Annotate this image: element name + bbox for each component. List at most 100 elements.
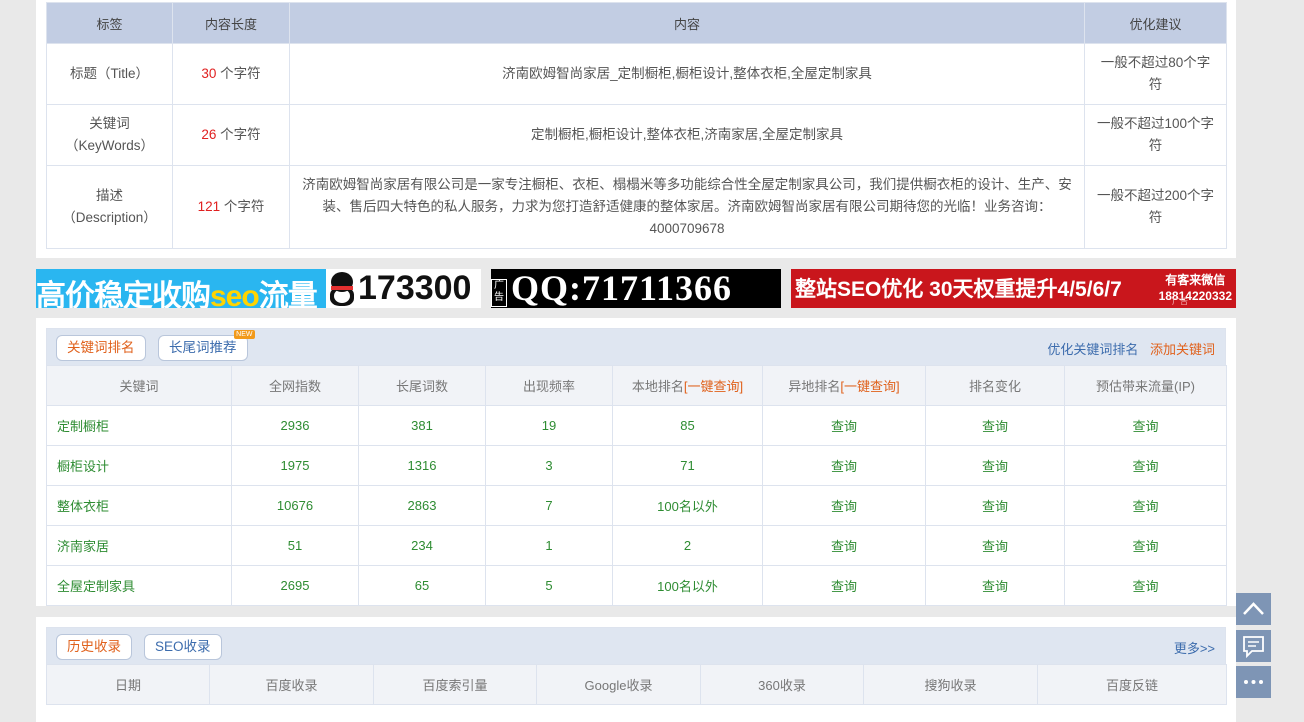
traffic-query[interactable]: 查询 <box>1064 405 1227 446</box>
ad1-text-b: 流量 <box>258 280 318 308</box>
ad1-headline: 高价稳定收购seo流量 <box>36 271 318 308</box>
local-rank-query-link[interactable]: [一键查询] <box>684 379 743 394</box>
ad3-text: 整站SEO优化 30天权重提升4/5/6/7 <box>795 278 1122 301</box>
ad2-tag: 广告 <box>491 279 507 307</box>
ad3-side: 有客来微信 18814220332 <box>1159 272 1232 304</box>
ad1-text-a: 高价稳定收购 <box>36 280 211 308</box>
local-rank-value: 100名以外 <box>612 565 763 606</box>
label-line: 关键词 <box>89 116 130 131</box>
keyword-section: 关键词排名 长尾词推荐 NEW 优化关键词排名 添加关键词 关键词 全网指数 长尾… <box>36 318 1236 606</box>
index-value: 10676 <box>231 485 359 526</box>
table-row: 橱柜设计 1975 1316 3 71 查询 查询 查询 <box>46 445 1227 486</box>
keyword-link[interactable]: 定制橱柜 <box>46 405 232 446</box>
meta-header-advice: 优化建议 <box>1084 2 1227 44</box>
history-section: 历史收录 SEO收录 更多>> 日期 百度收录 百度索引量 Google收录 3… <box>36 617 1236 722</box>
index-value: 1975 <box>231 445 359 486</box>
col-remote-rank: 异地排名[一键查询] <box>762 365 926 406</box>
label-line: 描述 <box>96 188 123 203</box>
meta-length: 30 个字符 <box>172 43 290 105</box>
meta-row-title: 标题（Title） 30 个字符 济南欧姆智尚家居_定制橱柜,橱柜设计,整体衣柜… <box>46 43 1227 105</box>
rank-change-query[interactable]: 查询 <box>925 485 1065 526</box>
col-remote-rank-label: 异地排名 <box>788 379 841 394</box>
traffic-query[interactable]: 查询 <box>1064 565 1227 606</box>
meta-panel: 标签 内容长度 内容 优化建议 标题（Title） 30 个字符 济南欧姆智尚家… <box>36 0 1236 258</box>
longtail-value: 2863 <box>358 485 486 526</box>
table-row: 整体衣柜 10676 2863 7 100名以外 查询 查询 查询 <box>46 485 1227 526</box>
rank-change-query[interactable]: 查询 <box>925 525 1065 566</box>
meta-row-keywords: 关键词 （KeyWords） 26 个字符 定制橱柜,橱柜设计,整体衣柜,济南家居… <box>46 104 1227 166</box>
remote-rank-query[interactable]: 查询 <box>762 565 926 606</box>
col-360-index: 360收录 <box>700 664 864 705</box>
traffic-query[interactable]: 查询 <box>1064 445 1227 486</box>
label-line: （Description） <box>62 210 157 225</box>
history-header-row: 日期 百度收录 百度索引量 Google收录 360收录 搜狗收录 百度反链 <box>46 664 1227 705</box>
col-baidu-backlinks: 百度反链 <box>1037 664 1227 705</box>
col-date: 日期 <box>46 664 210 705</box>
longtail-value: 234 <box>358 525 486 566</box>
tab-keyword-rank[interactable]: 关键词排名 <box>56 335 146 361</box>
rank-change-query[interactable]: 查询 <box>925 405 1065 446</box>
more-link[interactable]: 更多>> <box>1174 641 1215 656</box>
length-value: 30 <box>201 66 217 81</box>
keyword-link[interactable]: 整体衣柜 <box>46 485 232 526</box>
tab-seo-index[interactable]: SEO收录 <box>144 634 222 660</box>
new-badge: NEW <box>234 330 255 339</box>
label-line: （KeyWords） <box>64 138 155 153</box>
meta-header-content: 内容 <box>289 2 1085 44</box>
more-dots-icon <box>1244 680 1263 684</box>
remote-rank-query[interactable]: 查询 <box>762 485 926 526</box>
col-rank-change: 排名变化 <box>925 365 1065 406</box>
keyword-link[interactable]: 济南家居 <box>46 525 232 566</box>
frequency-value: 7 <box>485 485 613 526</box>
index-value: 51 <box>231 525 359 566</box>
ad-banner-seo-traffic[interactable]: 高价稳定收购seo流量 173300 <box>36 269 481 308</box>
remote-rank-query[interactable]: 查询 <box>762 525 926 566</box>
optimize-keyword-link[interactable]: 优化关键词排名 <box>1047 342 1138 357</box>
rank-change-query[interactable]: 查询 <box>925 445 1065 486</box>
traffic-query[interactable]: 查询 <box>1064 525 1227 566</box>
meta-advice: 一般不超过80个字符 <box>1084 43 1227 105</box>
rank-change-query[interactable]: 查询 <box>925 565 1065 606</box>
length-unit: 个字符 <box>223 199 265 214</box>
ad1-number: 173300 <box>358 269 481 308</box>
back-to-top-button[interactable] <box>1236 593 1271 625</box>
add-keyword-link[interactable]: 添加关键词 <box>1150 342 1215 357</box>
feedback-button[interactable] <box>1236 630 1271 662</box>
ad2-text: QQ:71711366 <box>511 269 733 308</box>
arrow-up-icon <box>1243 602 1264 615</box>
remote-rank-query-link[interactable]: [一键查询] <box>840 379 899 394</box>
length-value: 121 <box>197 199 221 214</box>
longtail-value: 1316 <box>358 445 486 486</box>
traffic-query[interactable]: 查询 <box>1064 485 1227 526</box>
tab-longtail-label: 长尾词推荐 <box>169 340 237 355</box>
col-traffic: 预估带来流量(IP) <box>1064 365 1227 406</box>
ad-banner-site-seo[interactable]: 整站SEO优化 30天权重提升4/5/6/7 有客来微信 18814220332 … <box>791 269 1236 308</box>
meta-header-label: 标签 <box>46 2 173 44</box>
main-content: 标签 内容长度 内容 优化建议 标题（Title） 30 个字符 济南欧姆智尚家… <box>36 0 1236 722</box>
local-rank-value: 85 <box>612 405 763 446</box>
frequency-value: 19 <box>485 405 613 446</box>
tab-history[interactable]: 历史收录 <box>56 634 132 660</box>
meta-header-length: 内容长度 <box>172 2 290 44</box>
col-longtail: 长尾词数 <box>358 365 486 406</box>
meta-label: 描述 （Description） <box>46 165 173 249</box>
col-local-rank: 本地排名[一键查询] <box>612 365 763 406</box>
history-table: 日期 百度收录 百度索引量 Google收录 360收录 搜狗收录 百度反链 <box>46 664 1227 705</box>
col-baidu-index-count: 百度索引量 <box>373 664 537 705</box>
remote-rank-query[interactable]: 查询 <box>762 405 926 446</box>
history-tabbar: 历史收录 SEO收录 更多>> <box>46 627 1226 664</box>
ad-banner-qq[interactable]: 广告 QQ:71711366 <box>491 269 781 308</box>
history-header-links: 更多>> <box>1174 638 1215 657</box>
table-row: 全屋定制家具 2695 65 5 100名以外 查询 查询 查询 <box>46 565 1227 606</box>
more-button[interactable] <box>1236 666 1271 698</box>
keyword-table: 关键词 全网指数 长尾词数 出现频率 本地排名[一键查询] 异地排名[一键查询]… <box>46 365 1227 606</box>
meta-label: 关键词 （KeyWords） <box>46 104 173 166</box>
tab-longtail[interactable]: 长尾词推荐 NEW <box>158 330 255 361</box>
remote-rank-query[interactable]: 查询 <box>762 445 926 486</box>
meta-row-description: 描述 （Description） 121 个字符 济南欧姆智尚家居有限公司是一家专… <box>46 165 1227 249</box>
keyword-link[interactable]: 全屋定制家具 <box>46 565 232 606</box>
ad1-text-seo: seo <box>210 280 260 308</box>
keyword-link[interactable]: 橱柜设计 <box>46 445 232 486</box>
meta-advice: 一般不超过200个字符 <box>1084 165 1227 249</box>
col-sogou-index: 搜狗收录 <box>863 664 1038 705</box>
